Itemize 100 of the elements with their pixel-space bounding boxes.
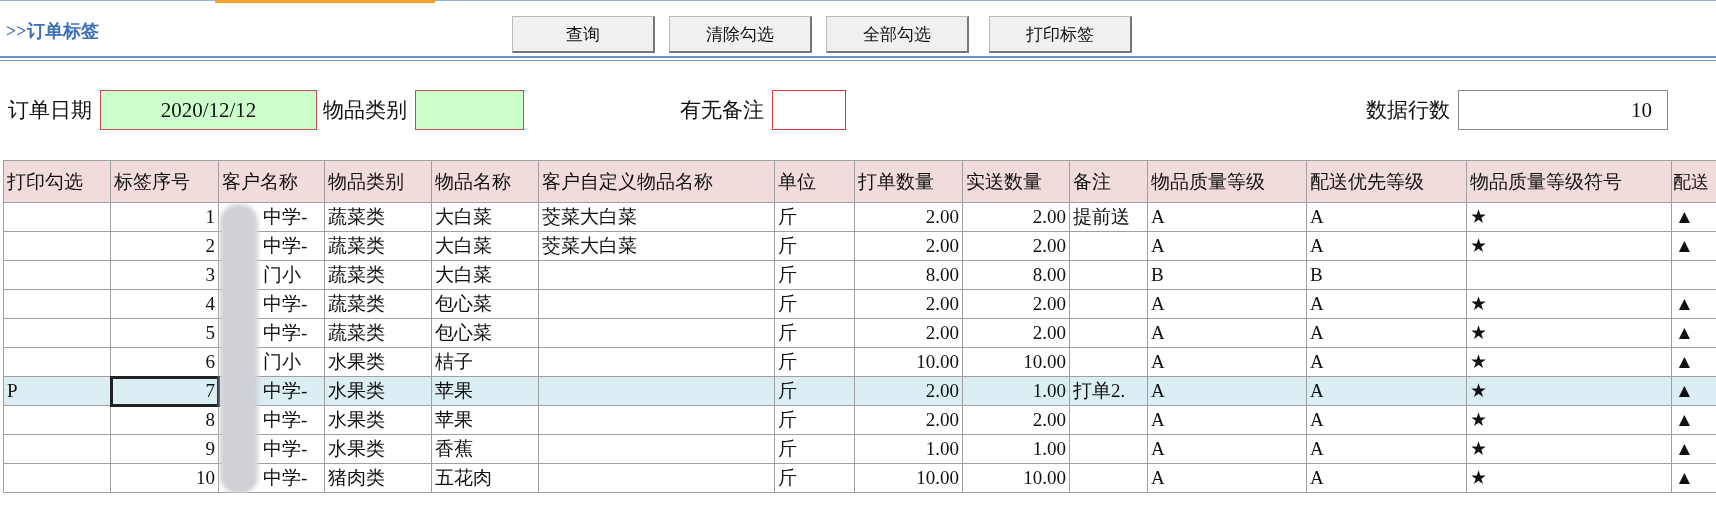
- table-cell: 蔬菜类: [328, 293, 385, 314]
- table-cell: ★: [1470, 409, 1487, 430]
- table-cell: 斤: [778, 322, 797, 343]
- column-header: 备注: [1069, 160, 1148, 203]
- column-header: 物品质量等级符号: [1466, 160, 1672, 203]
- table-cell: 中学-: [263, 293, 308, 314]
- table-cell: 10.00: [916, 467, 959, 488]
- table-cell: 5: [205, 322, 215, 343]
- table-cell: ▲: [1675, 409, 1694, 430]
- table-cell: 大白菜: [435, 264, 492, 285]
- table-cell: 2.00: [925, 322, 959, 343]
- table-cell: 中学-: [263, 322, 308, 343]
- toolbar-button[interactable]: 清除勾选: [669, 16, 812, 53]
- table-cell: 4: [205, 293, 215, 314]
- toolbar-button[interactable]: 打印标签: [989, 16, 1132, 53]
- column-header: 实送数量: [962, 160, 1070, 203]
- table-cell: ▲: [1675, 467, 1694, 488]
- input-field[interactable]: 10: [1458, 90, 1668, 130]
- table-cell: 大白菜: [435, 206, 492, 227]
- table-cell: A: [1151, 409, 1165, 430]
- table-cell: ▲: [1675, 438, 1694, 459]
- table-cell: A: [1310, 409, 1324, 430]
- table-cell: ★: [1470, 293, 1487, 314]
- table-cell: 10.00: [1023, 351, 1066, 372]
- table-cell: ★: [1470, 322, 1487, 343]
- table-cell: 中学-: [263, 235, 308, 256]
- table-cell: ★: [1470, 467, 1487, 488]
- table-cell: B: [1310, 264, 1323, 285]
- table-cell: 猪肉类: [328, 467, 385, 488]
- table-cell: 斤: [778, 438, 797, 459]
- column-header: 配送: [1671, 160, 1716, 203]
- table-cell: A: [1151, 438, 1165, 459]
- table-cell: A: [1151, 322, 1165, 343]
- table-cell: ▲: [1675, 351, 1694, 372]
- table-cell: A: [1151, 206, 1165, 227]
- table-cell: 1.00: [1032, 438, 1066, 459]
- table-cell: 6: [205, 351, 215, 372]
- table-cell: 蔬菜类: [328, 264, 385, 285]
- table-cell: 水果类: [328, 438, 385, 459]
- column-header: 标签序号: [110, 160, 219, 203]
- table-cell: 10.00: [1023, 467, 1066, 488]
- table-cell: 2: [205, 235, 215, 256]
- field-label: 数据行数: [1366, 97, 1450, 124]
- column-header: 单位: [774, 160, 855, 203]
- table-cell: 8.00: [1032, 264, 1066, 285]
- table-cell: A: [1310, 322, 1324, 343]
- table-cell: 2.00: [1032, 322, 1066, 343]
- table-cell: 中学-: [263, 467, 308, 488]
- table-cell: 蔬菜类: [328, 322, 385, 343]
- table-cell: 蔬菜类: [328, 206, 385, 227]
- table-cell: 斤: [778, 264, 797, 285]
- table-cell: ▲: [1675, 235, 1694, 256]
- field-label: 订单日期: [8, 97, 92, 124]
- column-header: 物品质量等级: [1147, 160, 1307, 203]
- input-field[interactable]: [772, 90, 846, 130]
- table-cell: 10.00: [916, 351, 959, 372]
- table-cell: 8.00: [925, 264, 959, 285]
- table-cell: 9: [205, 438, 215, 459]
- table-cell: 门小: [263, 264, 301, 285]
- table-cell: 2.00: [925, 235, 959, 256]
- table-cell: 1.00: [925, 438, 959, 459]
- table-cell: A: [1151, 351, 1165, 372]
- table-cell: ★: [1470, 351, 1487, 372]
- table-cell: 斤: [778, 380, 797, 401]
- table-cell: P: [7, 380, 18, 401]
- table-cell: 斤: [778, 409, 797, 430]
- table-cell: 斤: [778, 467, 797, 488]
- input-field[interactable]: [415, 90, 524, 130]
- table-cell: A: [1151, 235, 1165, 256]
- table-cell: A: [1151, 467, 1165, 488]
- table-cell: A: [1310, 293, 1324, 314]
- table-cell: A: [1151, 293, 1165, 314]
- table-cell: 2.00: [1032, 293, 1066, 314]
- table-cell: ▲: [1675, 322, 1694, 343]
- table-cell: 8: [205, 409, 215, 430]
- table-cell: 包心菜: [435, 293, 492, 314]
- table-cell: A: [1310, 206, 1324, 227]
- page-title: >>订单标签: [5, 20, 100, 43]
- table-cell: 门小: [263, 351, 301, 372]
- toolbar-button[interactable]: 查询: [512, 16, 655, 53]
- table-cell: 包心菜: [435, 322, 492, 343]
- toolbar-button[interactable]: 全部勾选: [826, 16, 969, 53]
- input-field[interactable]: 2020/12/12: [100, 90, 317, 130]
- table-cell: 2.00: [1032, 206, 1066, 227]
- table-cell: 水果类: [328, 380, 385, 401]
- table-cell: ★: [1470, 380, 1487, 401]
- table-cell: 打单2.: [1073, 380, 1126, 401]
- column-header: 打印勾选: [3, 160, 111, 203]
- table-cell: A: [1310, 467, 1324, 488]
- table-cell: 斤: [778, 293, 797, 314]
- table-cell: B: [1151, 264, 1164, 285]
- table-cell: 1.00: [1032, 380, 1066, 401]
- column-header: 打单数量: [854, 160, 963, 203]
- table-cell: 大白菜: [435, 235, 492, 256]
- table-cell: 7: [205, 380, 215, 401]
- table-cell: A: [1310, 235, 1324, 256]
- table-cell: ▲: [1675, 380, 1694, 401]
- table-cell: 1: [205, 206, 215, 227]
- field-label: 有无备注: [680, 97, 764, 124]
- table-cell: A: [1151, 380, 1165, 401]
